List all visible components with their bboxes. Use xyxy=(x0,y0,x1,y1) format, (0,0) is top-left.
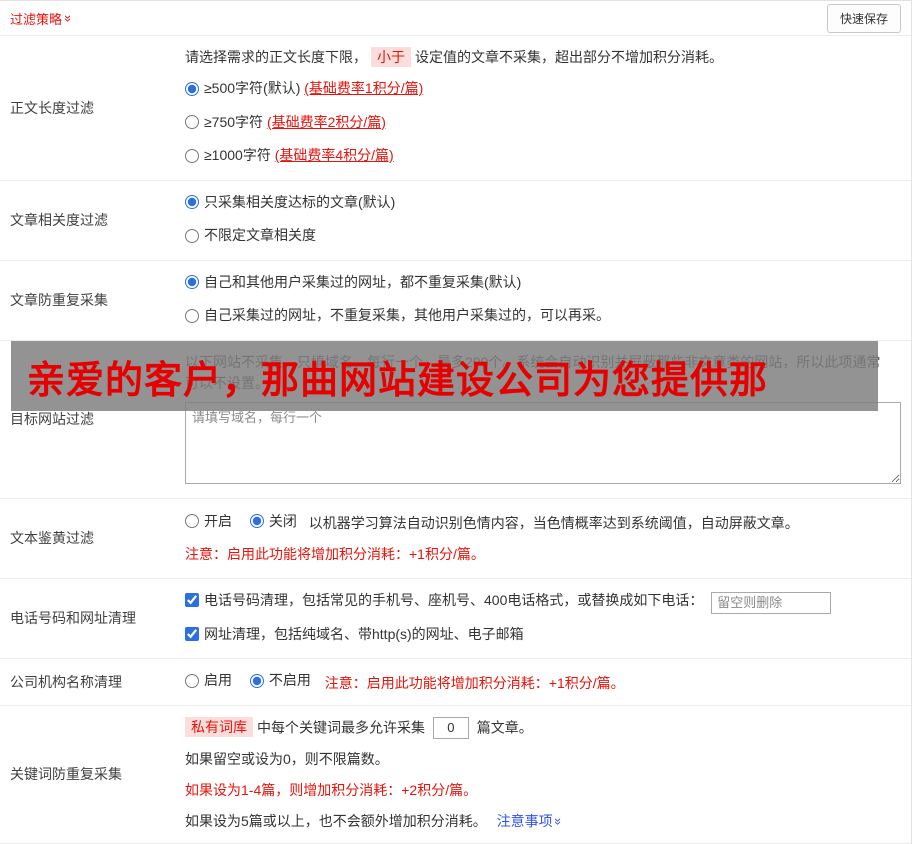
keyword-limit-text: 中每个关键词最多允许采集 xyxy=(257,719,425,735)
radio-dedup-self-only[interactable]: 自己采集过的网址，不重复采集，其他用户采集过的，可以再采。 xyxy=(185,305,610,326)
radio-label: 只采集相关度达标的文章(默认) xyxy=(204,193,396,210)
radio-label: 不限定文章相关度 xyxy=(204,227,316,243)
radio-label: 关闭 xyxy=(268,512,297,529)
radio-company-on-input[interactable] xyxy=(185,673,199,688)
replacement-phone-input[interactable] xyxy=(711,591,832,614)
chevron-down-icon: » xyxy=(550,817,566,825)
intro-text: 请选择需求的正文长度下限， xyxy=(185,49,367,65)
checkbox-phone-cleanup-input[interactable] xyxy=(185,593,199,607)
rate-note: (基础费率4积分/篇) xyxy=(274,147,394,163)
row-relevance-filter: 文章相关度过滤 只采集相关度达标的文章(默认) 不限定文章相关度 xyxy=(0,181,911,261)
chevron-down-icon: » xyxy=(61,14,77,22)
radio-label: ≥1000字符 xyxy=(204,147,271,163)
radio-length-500[interactable]: ≥500字符(默认) (基础费率1积分/篇) xyxy=(185,78,423,99)
radio-label: 开启 xyxy=(204,512,232,529)
body-length-intro: 请选择需求的正文长度下限， 小于 设定值的文章不采集，超出部分不增加积分消耗。 xyxy=(185,47,901,68)
row-label: 关键词防重复采集 xyxy=(10,766,122,782)
less-than-highlight: 小于 xyxy=(371,47,411,67)
row-porn-filter: 文本鉴黄过滤 开启 关闭 以机器学习算法自动识别色情内容，当色情概率达到系统阈值… xyxy=(0,499,911,579)
intro-text-tail: 设定值的文章不采集，超出部分不增加积分消耗。 xyxy=(415,49,723,65)
row-dedup-filter: 文章防重复采集 自己和其他用户采集过的网址，都不重复采集(默认) 自己采集过的网… xyxy=(0,261,911,341)
notes-link-label: 注意事项 xyxy=(496,812,553,829)
rate-note: (基础费率1积分/篇) xyxy=(304,80,424,96)
rate-note: (基础费率2积分/篇) xyxy=(266,113,386,130)
checkbox-url-cleanup-input[interactable] xyxy=(185,627,199,641)
radio-label: ≥750字符 xyxy=(204,113,264,130)
row-company-name-cleanup: 公司机构名称清理 启用 不启用 注意：启用此功能将增加积分消耗：+1积分/篇。 xyxy=(0,659,911,706)
excluded-domains-textarea[interactable] xyxy=(185,401,901,484)
quick-save-button[interactable]: 快速保存 xyxy=(826,3,901,33)
keyword-limit-text-tail: 篇文章。 xyxy=(476,719,533,735)
porn-filter-desc: 以机器学习算法自动识别色情内容，当色情概率达到系统阈值，自动屏蔽文章。 xyxy=(308,515,799,532)
porn-filter-warning: 注意：启用此功能将增加积分消耗：+1积分/篇。 xyxy=(185,546,485,563)
keyword-note-zero: 如果留空或设为0，则不限篇数。 xyxy=(185,750,389,767)
row-label: 文章相关度过滤 xyxy=(10,212,108,228)
checkbox-phone-cleanup[interactable]: 电话号码清理，包括常见的手机号、座机号、400电话格式，或替换成如下电话： xyxy=(185,590,703,611)
keyword-note-1-4: 如果设为1-4篇，则增加积分消耗：+2积分/篇。 xyxy=(185,781,478,798)
row-label: 目标网站过滤 xyxy=(10,411,94,427)
checkbox-label: 电话号码清理，包括常见的手机号、座机号、400电话格式，或替换成如下电话： xyxy=(204,591,704,608)
radio-length-500-input[interactable] xyxy=(185,81,199,96)
radio-label: 启用 xyxy=(204,672,232,688)
filter-strategy-panel: 过滤策略 » 快速保存 正文长度过滤 请选择需求的正文长度下限， 小于 设定值的文章… xyxy=(0,0,912,844)
radio-label: 自己采集过的网址，不重复采集，其他用户采集过的，可以再采。 xyxy=(204,307,610,323)
radio-label: 自己和其他用户采集过的网址，都不重复采集(默认) xyxy=(204,273,522,290)
radio-dedup-self-only-input[interactable] xyxy=(185,308,199,323)
panel-title: 过滤策略 xyxy=(10,11,63,27)
radio-relevance-strict[interactable]: 只采集相关度达标的文章(默认) xyxy=(185,192,395,213)
radio-label: ≥500字符(默认) xyxy=(204,80,301,96)
row-keyword-dedup: 关键词防重复采集 私有词库中每个关键词最多允许采集 篇文章。 如果留空或设为0，… xyxy=(0,706,911,844)
radio-relevance-strict-input[interactable] xyxy=(185,195,199,209)
radio-company-off-input[interactable] xyxy=(249,673,264,688)
radio-relevance-any-input[interactable] xyxy=(185,228,199,243)
radio-porn-off[interactable]: 关闭 xyxy=(249,511,297,532)
radio-dedup-all-users-input[interactable] xyxy=(185,275,199,289)
radio-relevance-any[interactable]: 不限定文章相关度 xyxy=(185,225,316,246)
row-label: 公司机构名称清理 xyxy=(10,673,122,690)
radio-dedup-all-users[interactable]: 自己和其他用户采集过的网址，都不重复采集(默认) xyxy=(185,272,521,293)
radio-porn-on[interactable]: 开启 xyxy=(185,511,232,532)
row-label: 文章防重复采集 xyxy=(10,292,108,308)
private-thesaurus-highlight: 私有词库 xyxy=(185,717,253,737)
radio-porn-off-input[interactable] xyxy=(249,514,264,529)
checkbox-url-cleanup[interactable]: 网址清理，包括纯域名、带http(s)的网址、电子邮箱 xyxy=(185,624,524,645)
radio-length-1000[interactable]: ≥1000字符 (基础费率4积分/篇) xyxy=(185,145,394,166)
radio-porn-on-input[interactable] xyxy=(185,514,199,529)
keyword-max-count-input[interactable] xyxy=(432,716,469,739)
notes-link[interactable]: 注意事项 » xyxy=(496,811,566,832)
radio-label: 不启用 xyxy=(268,672,311,688)
panel-title-toggle[interactable]: 过滤策略 » xyxy=(10,9,77,28)
watermark-overlay: 亲爱的客户，那曲网站建设公司为您提供那 xyxy=(11,341,878,411)
row-body-length-filter: 正文长度过滤 请选择需求的正文长度下限， 小于 设定值的文章不采集，超出部分不增加积… xyxy=(0,36,911,181)
radio-company-on[interactable]: 启用 xyxy=(185,670,232,691)
watermark-text: 亲爱的客户，那曲网站建设公司为您提供那 xyxy=(27,359,769,402)
row-label: 电话号码和网址清理 xyxy=(10,610,136,627)
checkbox-label: 网址清理，包括纯域名、带http(s)的网址、电子邮箱 xyxy=(204,625,524,642)
row-phone-url-cleanup: 电话号码和网址清理 电话号码清理，包括常见的手机号、座机号、400电话格式，或替… xyxy=(0,579,911,659)
radio-length-750-input[interactable] xyxy=(185,115,199,129)
radio-length-1000-input[interactable] xyxy=(185,148,199,163)
company-cleanup-warning: 注意：启用此功能将增加积分消耗：+1积分/篇。 xyxy=(324,674,625,691)
panel-header: 过滤策略 » 快速保存 xyxy=(0,1,911,36)
row-label: 正文长度过滤 xyxy=(10,99,94,116)
radio-company-off[interactable]: 不启用 xyxy=(249,670,311,691)
radio-length-750[interactable]: ≥750字符 (基础费率2积分/篇) xyxy=(185,112,386,133)
row-label: 文本鉴黄过滤 xyxy=(10,530,94,546)
keyword-note-5plus: 如果设为5篇或以上，也不会额外增加积分消耗。 xyxy=(185,812,487,829)
